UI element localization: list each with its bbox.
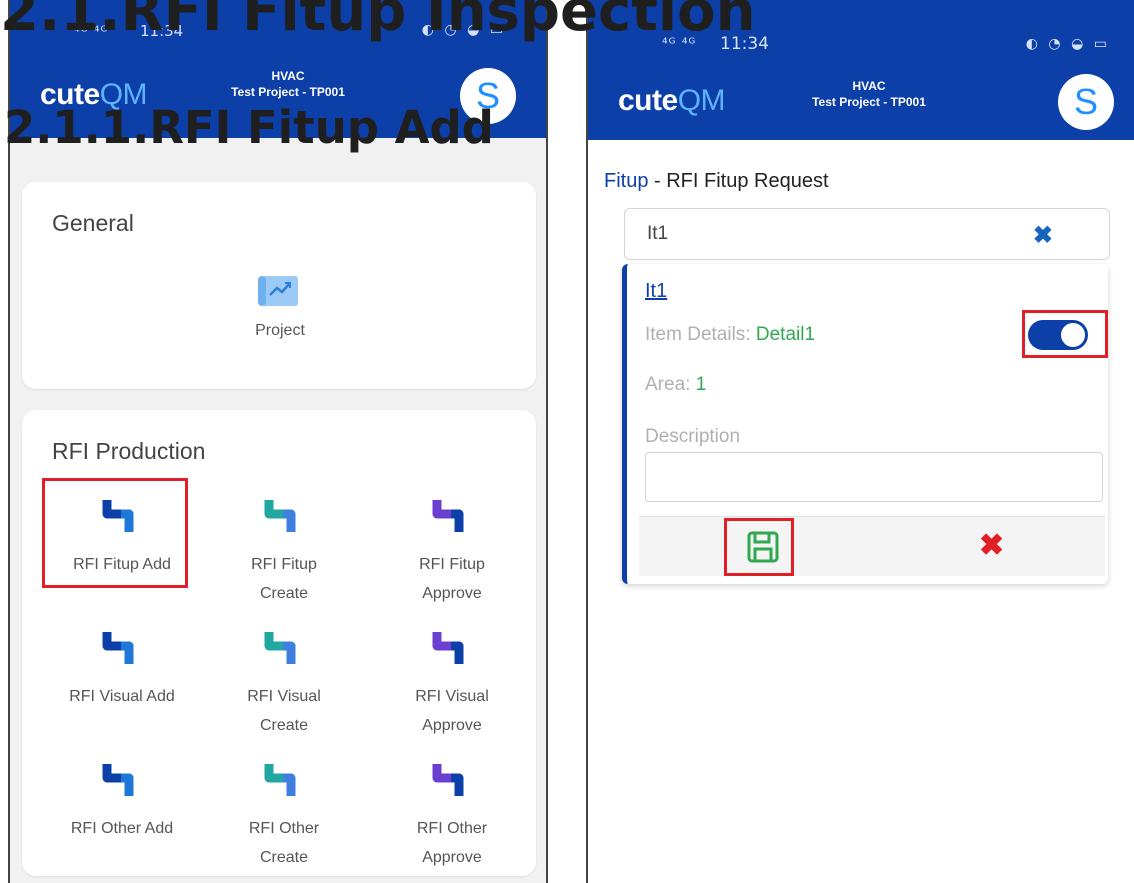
pipe-icon [102, 764, 134, 796]
tile-label-line1: RFI Visual [415, 688, 489, 705]
tile-rfi-visual-approve[interactable]: RFI Visual Approve [372, 628, 532, 740]
tile-rfi-other-approve[interactable]: RFI Other Approve [372, 760, 532, 872]
general-title: General [52, 210, 134, 236]
general-card: General Project [22, 182, 536, 389]
project-info: HVAC Test Project - TP001 [596, 78, 1134, 110]
tile-rfi-fitup-approve[interactable]: RFI Fitup Approve [372, 496, 532, 608]
cancel-button[interactable]: ✖ [979, 529, 1004, 563]
tile-rfi-other-add[interactable]: RFI Other Add [42, 760, 202, 843]
fitup-request-screen: ⁴ᴳ ⁴ᴳ 11:34 ◐ ◔ ◒ ▭ cuteQM HVAC Test Pro… [586, 0, 1134, 883]
app-bar: cuteQM HVAC Test Project - TP001 S [588, 62, 1134, 140]
project-name: Test Project - TP001 [812, 95, 926, 109]
description-input[interactable] [645, 452, 1103, 502]
tile-label-line1: RFI Other [416, 820, 488, 837]
pipe-icon [432, 632, 464, 664]
project-tile[interactable]: Project [200, 272, 360, 345]
tile-label-line1: RFI Visual [247, 688, 321, 705]
tile-label-line1: RFI Fitup [419, 556, 485, 573]
tile-label-line2: Create [259, 717, 309, 734]
item-search-input[interactable] [647, 223, 1027, 245]
subsection-heading: 2.1.1.RFI Fitup Add [4, 101, 494, 154]
pipe-icon [432, 500, 464, 532]
highlight-save [724, 518, 794, 576]
project-chart-icon [258, 272, 302, 312]
tile-label-line1: RFI Fitup [251, 556, 317, 573]
page-title: Fitup - RFI Fitup Request [604, 170, 829, 192]
tile-label-line1: RFI Visual Add [69, 688, 175, 705]
project-label: Project [255, 322, 305, 339]
tile-label-line2: Approve [422, 585, 482, 602]
pipe-icon [432, 764, 464, 796]
tile-rfi-fitup-create[interactable]: RFI Fitup Create [204, 496, 364, 608]
pipe-icon [264, 764, 296, 796]
pipe-icon [264, 500, 296, 532]
tile-label-line2: Approve [422, 717, 482, 734]
project-discipline: HVAC [852, 79, 886, 93]
pipe-icon [102, 632, 134, 664]
item-details: Item Details: Detail1 [645, 324, 816, 345]
highlight-fitup-add [42, 478, 188, 588]
tile-rfi-visual-create[interactable]: RFI Visual Create [204, 628, 364, 740]
item-code-link[interactable]: It1 [645, 280, 667, 303]
tile-label-line1: RFI Other Add [70, 820, 174, 837]
tile-label-line1: RFI Other [248, 820, 320, 837]
avatar[interactable]: S [1058, 74, 1114, 130]
status-icons: ◐ ◔ ◒ ▭ [1025, 36, 1110, 52]
tile-label-line2: Create [259, 585, 309, 602]
tile-rfi-visual-add[interactable]: RFI Visual Add [42, 628, 202, 711]
tile-label-line2: Approve [422, 849, 482, 866]
highlight-toggle [1022, 310, 1108, 358]
tile-label-line2: Create [259, 849, 309, 866]
item-area: Area: 1 [645, 374, 707, 395]
description-label: Description [645, 426, 741, 447]
item-search-box: ✖ [624, 208, 1110, 260]
pipe-icon [264, 632, 296, 664]
tile-rfi-other-create[interactable]: RFI Other Create [204, 760, 364, 872]
action-bar: ✖ [639, 516, 1105, 576]
section-heading: 2.1.RFI Fitup Inspection [0, 0, 756, 44]
rfi-production-title: RFI Production [52, 438, 206, 464]
clear-search-icon[interactable]: ✖ [1033, 221, 1053, 250]
